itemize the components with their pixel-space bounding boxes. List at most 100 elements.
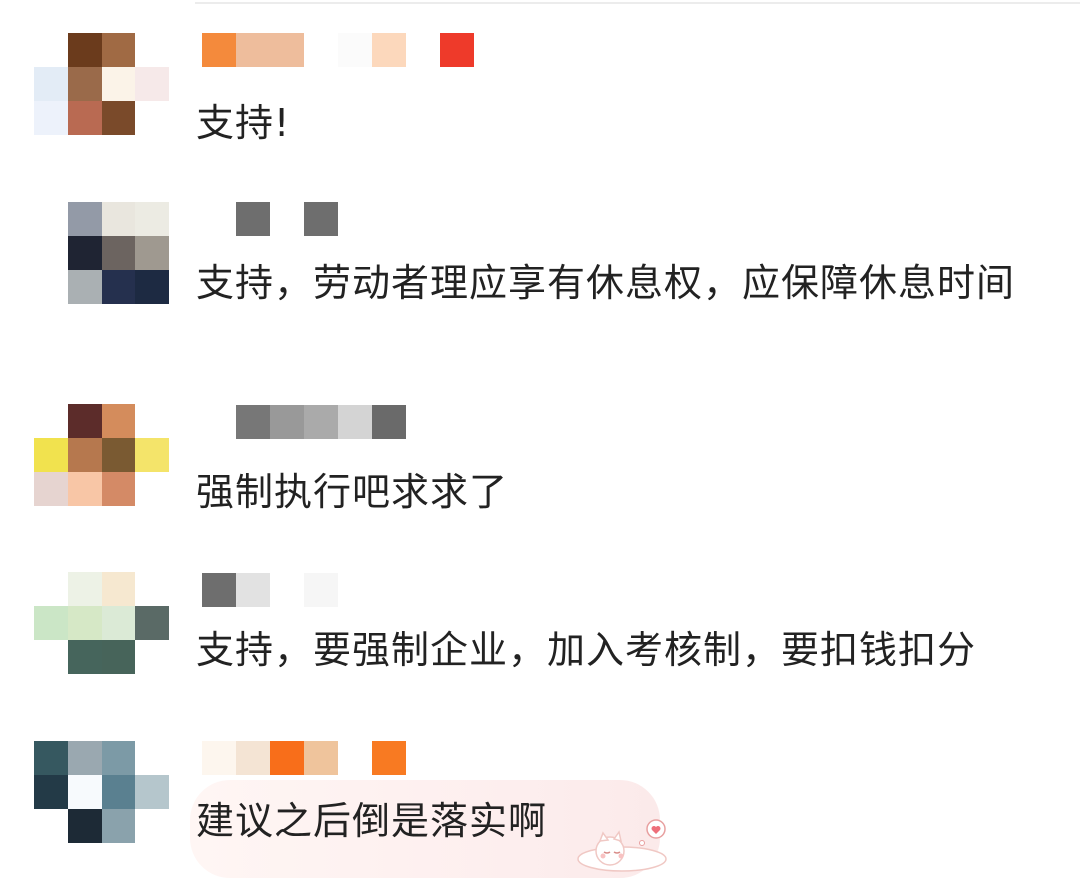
avatar-pixel	[34, 472, 68, 506]
comment-text: 支持，劳动者理应享有休息权，应保障休息时间	[196, 261, 1016, 305]
username-pixel	[236, 405, 270, 439]
username-pixel	[338, 33, 372, 67]
avatar-pixel	[34, 404, 68, 438]
avatar-pixel	[101, 640, 136, 674]
username-pixel	[304, 202, 338, 236]
avatar-pixel	[67, 101, 102, 135]
username[interactable]	[202, 573, 338, 607]
username-pixel	[270, 741, 304, 775]
avatar-pixel	[67, 640, 102, 674]
avatar-pixel	[67, 67, 102, 101]
avatar[interactable]	[34, 404, 169, 506]
avatar-pixel	[67, 236, 102, 270]
avatar-pixel	[67, 202, 102, 236]
avatar-pixel	[67, 809, 102, 843]
avatar-pixel	[34, 809, 68, 843]
avatar-pixel	[135, 67, 169, 101]
username[interactable]	[236, 405, 406, 439]
avatar-pixel	[101, 438, 136, 472]
avatar-pixel	[101, 775, 136, 809]
username-pixel	[202, 202, 236, 236]
username-pixel	[338, 405, 372, 439]
avatar-pixel	[135, 101, 169, 135]
avatar-pixel	[101, 606, 136, 640]
avatar-pixel	[67, 741, 102, 775]
avatar-pixel	[34, 67, 68, 101]
avatar-pixel	[101, 33, 136, 67]
avatar-pixel	[101, 236, 136, 270]
avatar-pixel	[135, 775, 169, 809]
avatar-pixel	[101, 472, 136, 506]
avatar-pixel	[67, 775, 102, 809]
avatar-pixel	[135, 640, 169, 674]
username-pixel	[304, 405, 338, 439]
avatar-pixel	[34, 236, 68, 270]
avatar[interactable]	[34, 572, 169, 674]
avatar[interactable]	[34, 202, 169, 304]
comment-text: 强制执行吧求求了	[196, 470, 509, 514]
avatar-pixel	[135, 270, 169, 304]
username-pixel	[406, 33, 440, 67]
username-pixel	[202, 741, 236, 775]
username-pixel	[304, 33, 338, 67]
avatar-pixel	[34, 202, 68, 236]
avatar-pixel	[67, 572, 102, 606]
username-pixel	[270, 202, 304, 236]
avatar-pixel	[101, 270, 136, 304]
avatar-pixel	[101, 202, 136, 236]
username-pixel	[372, 33, 406, 67]
username-pixel	[372, 405, 406, 439]
avatar-pixel	[101, 741, 136, 775]
avatar-pixel	[34, 775, 68, 809]
avatar[interactable]	[34, 741, 169, 843]
avatar-pixel	[135, 404, 169, 438]
avatar-pixel	[67, 33, 102, 67]
avatar-pixel	[135, 809, 169, 843]
username[interactable]	[202, 33, 474, 67]
username-pixel	[338, 202, 372, 236]
avatar-pixel	[67, 270, 102, 304]
avatar-pixel	[34, 33, 68, 67]
sleeping-cat-heart-icon	[577, 819, 667, 872]
avatar-pixel	[135, 606, 169, 640]
avatar-pixel	[34, 606, 68, 640]
avatar-pixel	[135, 741, 169, 775]
comment-text: 支持!	[196, 101, 291, 145]
username-pixel	[236, 33, 270, 67]
avatar[interactable]	[34, 33, 169, 135]
avatar-pixel	[135, 202, 169, 236]
username-pixel	[270, 405, 304, 439]
avatar-pixel	[34, 572, 68, 606]
avatar-pixel	[34, 101, 68, 135]
avatar-pixel	[67, 404, 102, 438]
avatar-pixel	[101, 101, 136, 135]
username[interactable]	[202, 202, 372, 236]
username-pixel	[372, 741, 406, 775]
avatar-pixel	[34, 438, 68, 472]
username-pixel	[236, 202, 270, 236]
avatar-pixel	[34, 640, 68, 674]
avatar-pixel	[135, 33, 169, 67]
username-pixel	[202, 573, 236, 607]
avatar-pixel	[135, 236, 169, 270]
avatar-pixel	[67, 472, 102, 506]
avatar-pixel	[135, 472, 169, 506]
avatar-pixel	[101, 572, 136, 606]
avatar-pixel	[34, 741, 68, 775]
avatar-pixel	[101, 404, 136, 438]
top-divider	[195, 2, 1080, 4]
username-pixel	[270, 33, 304, 67]
username-pixel	[202, 33, 236, 67]
avatar-pixel	[34, 270, 68, 304]
username-pixel	[270, 573, 304, 607]
avatar-pixel	[67, 438, 102, 472]
username-pixel	[236, 741, 270, 775]
username-pixel	[338, 741, 372, 775]
username-pixel	[440, 33, 474, 67]
username-pixel	[304, 573, 338, 607]
username[interactable]	[202, 741, 406, 775]
avatar-pixel	[135, 438, 169, 472]
comment-text: 支持，要强制企业，加入考核制，要扣钱扣分	[196, 628, 977, 672]
avatar-pixel	[101, 67, 136, 101]
username-pixel	[304, 741, 338, 775]
